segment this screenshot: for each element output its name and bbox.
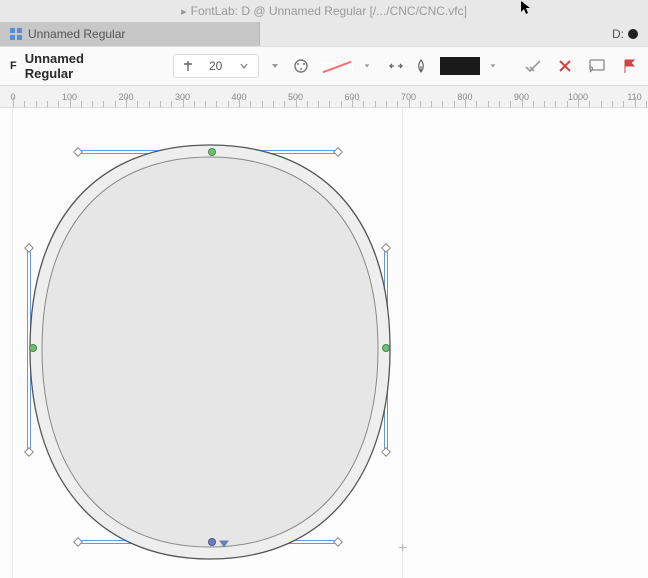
tab-spacer [260,22,602,46]
glyph-bounds [12,108,403,578]
flip-horizontal-icon[interactable] [388,55,405,77]
tab-bar: Unnamed Regular D: [0,22,648,46]
dropdown-arrow-icon[interactable] [267,55,284,77]
chevron-down-icon[interactable] [233,55,255,77]
toolbar-left: F Unnamed Regular [8,51,110,81]
pointer-icon: ▸ [181,5,187,18]
glyph-dot-icon [628,29,638,39]
toolbar-right [522,55,640,77]
pen-swatch-group[interactable] [318,55,380,77]
checkmark-icon[interactable] [522,55,544,77]
font-badge-icon: F [8,59,19,73]
pen-tool-icon[interactable] [413,55,430,77]
fill-swatch[interactable] [440,57,480,75]
size-input[interactable] [201,59,231,73]
font-name-label: Unnamed Regular [25,51,110,81]
node-top[interactable] [208,148,216,156]
fill-swatch-group[interactable] [438,55,506,77]
chevron-down-icon[interactable] [482,55,504,77]
start-point-marker[interactable] [219,541,229,548]
cast-icon[interactable] [586,55,608,77]
node-bottom[interactable] [208,538,216,546]
stroke-none-swatch[interactable] [320,57,354,75]
size-mode-icon[interactable] [177,55,199,77]
toolbar: F Unnamed Regular [0,46,648,86]
cursor-icon [520,0,532,19]
size-stepper[interactable] [173,54,259,78]
tab-font[interactable]: Unnamed Regular [0,22,260,46]
node-left[interactable] [29,344,37,352]
window-title: FontLab: D @ Unnamed Regular [/.../CNC/C… [191,4,467,18]
palette-icon[interactable] [292,55,310,77]
tab-label: Unnamed Regular [28,27,125,41]
glyph-canvas[interactable]: + [0,108,648,578]
glyph-indicator-label: D: [612,27,624,41]
horizontal-ruler: 01002003004005006007008009001000110 [0,86,648,108]
glyph-indicator[interactable]: D: [602,22,648,46]
flag-icon[interactable] [618,55,640,77]
font-grid-icon [10,28,22,40]
chevron-down-icon[interactable] [356,55,378,77]
font-name[interactable]: F Unnamed Regular [8,51,110,81]
close-icon[interactable] [554,55,576,77]
window-titlebar: ▸ FontLab: D @ Unnamed Regular [/.../CNC… [0,0,648,22]
node-right[interactable] [382,344,390,352]
